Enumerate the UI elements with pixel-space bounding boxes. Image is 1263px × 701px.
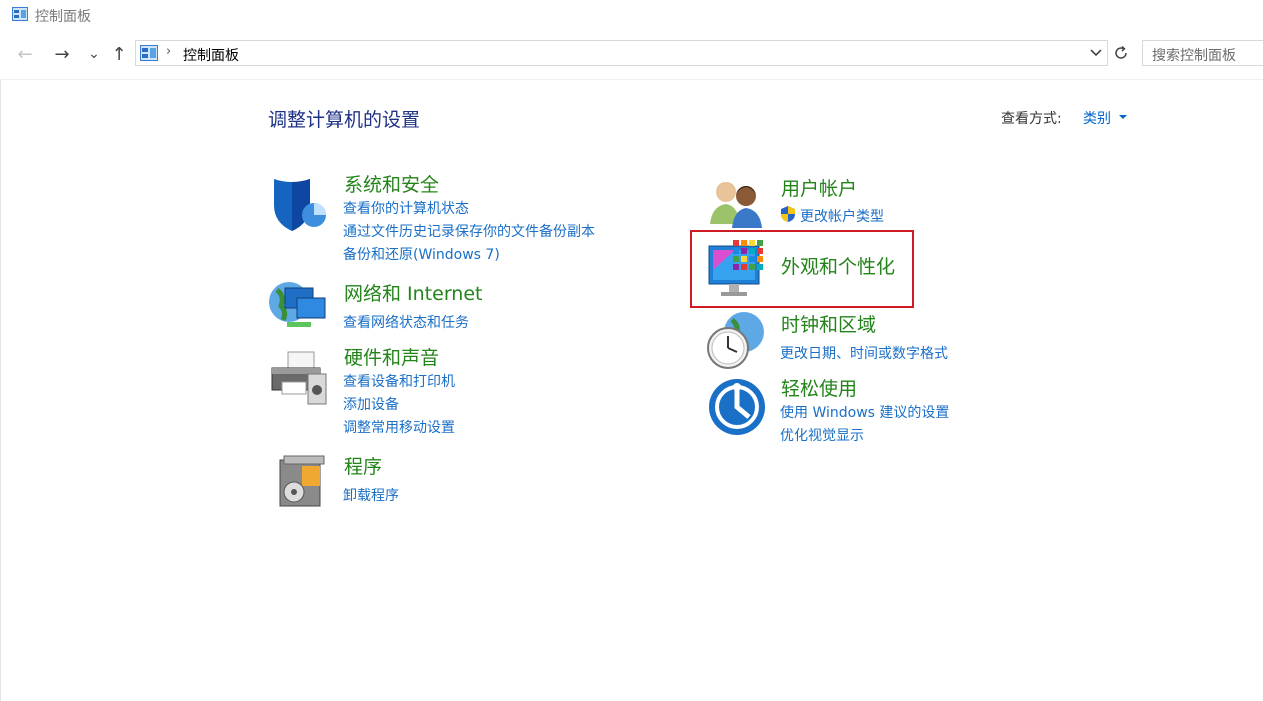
address-dropdown-button[interactable] xyxy=(1087,43,1105,63)
recent-locations-button[interactable]: ⌄ xyxy=(84,44,104,64)
arrow-right-icon: → xyxy=(54,43,70,65)
breadcrumb-control-panel[interactable]: 控制面板 xyxy=(183,45,239,65)
ease-of-access-icon[interactable] xyxy=(707,377,767,437)
refresh-icon xyxy=(1115,45,1127,59)
link-add-device[interactable]: 添加设备 xyxy=(343,394,399,414)
category-programs[interactable]: 程序 xyxy=(344,452,382,479)
divider xyxy=(0,79,1263,80)
shield-icon[interactable] xyxy=(270,175,330,235)
window-title: 控制面板 xyxy=(35,9,91,25)
link-uninstall-program[interactable]: 卸载程序 xyxy=(343,485,399,505)
window-edge xyxy=(0,80,1,701)
link-date-time-format[interactable]: 更改日期、时间或数字格式 xyxy=(780,343,948,363)
link-windows-recommended-settings[interactable]: 使用 Windows 建议的设置 xyxy=(780,402,949,422)
link-mobility-settings[interactable]: 调整常用移动设置 xyxy=(343,417,455,437)
back-button[interactable]: ← xyxy=(15,43,35,65)
programs-icon[interactable] xyxy=(272,452,332,512)
link-change-account-type[interactable]: 更改帐户类型 xyxy=(800,206,884,226)
link-devices-printers[interactable]: 查看设备和打印机 xyxy=(343,371,455,391)
caret-down-icon[interactable] xyxy=(1119,115,1127,119)
category-hardware-sound[interactable]: 硬件和声音 xyxy=(344,343,439,370)
title-bar: 控制面板 xyxy=(0,0,1263,30)
category-system-security[interactable]: 系统和安全 xyxy=(344,170,439,197)
clock-globe-icon[interactable] xyxy=(706,310,766,370)
network-globe-icon[interactable] xyxy=(267,276,327,336)
arrow-left-icon: ← xyxy=(17,43,33,65)
page-title: 调整计算机的设置 xyxy=(268,109,421,131)
search-input[interactable]: 搜索控制面板 xyxy=(1142,40,1263,66)
view-by-dropdown[interactable]: 类别 xyxy=(1083,108,1111,128)
address-bar[interactable]: › 控制面板 xyxy=(135,40,1108,66)
forward-button[interactable]: → xyxy=(52,43,72,65)
link-view-computer-status[interactable]: 查看你的计算机状态 xyxy=(343,198,469,218)
view-by-label: 查看方式: xyxy=(1001,111,1062,127)
link-network-status[interactable]: 查看网络状态和任务 xyxy=(343,312,469,332)
arrow-up-icon: ↑ xyxy=(111,43,127,65)
control-panel-icon xyxy=(12,7,28,21)
breadcrumb-separator: › xyxy=(166,44,172,59)
uac-shield-icon xyxy=(781,206,795,222)
category-ease-of-access[interactable]: 轻松使用 xyxy=(781,374,857,401)
link-optimize-visual-display[interactable]: 优化视觉显示 xyxy=(780,425,864,445)
control-panel-icon xyxy=(140,45,158,61)
link-file-history-backup[interactable]: 通过文件历史记录保存你的文件备份副本 xyxy=(343,221,595,241)
search-placeholder: 搜索控制面板 xyxy=(1152,48,1236,64)
highlight-box xyxy=(690,230,914,308)
chevron-down-icon: ⌄ xyxy=(88,46,100,62)
chevron-down-icon xyxy=(1090,49,1102,57)
up-button[interactable]: ↑ xyxy=(109,43,129,65)
link-backup-restore[interactable]: 备份和还原(Windows 7) xyxy=(343,244,500,264)
user-accounts-icon[interactable] xyxy=(708,172,768,232)
refresh-button[interactable] xyxy=(1109,40,1133,66)
printer-icon[interactable] xyxy=(268,346,328,406)
navigation-bar: ← → ⌄ ↑ › 控制面板 搜索控制面板 xyxy=(0,36,1263,72)
category-user-accounts[interactable]: 用户帐户 xyxy=(781,174,857,201)
category-network-internet[interactable]: 网络和 Internet xyxy=(344,279,482,306)
category-clock-region[interactable]: 时钟和区域 xyxy=(781,310,876,337)
